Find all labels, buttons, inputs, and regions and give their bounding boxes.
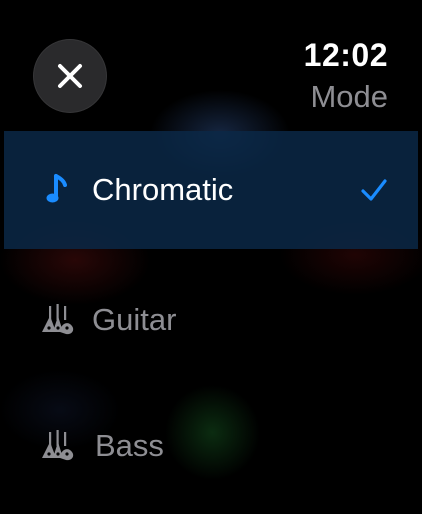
close-icon xyxy=(58,64,82,88)
guitar-icon xyxy=(38,300,78,340)
mode-option-chromatic[interactable]: Chromatic xyxy=(4,131,418,249)
mode-option-bass[interactable]: Bass xyxy=(4,387,418,505)
music-note-icon xyxy=(38,170,78,210)
status-time: 12:02 xyxy=(303,37,388,73)
page-title: Mode xyxy=(310,79,388,114)
mode-label: Chromatic xyxy=(92,172,234,207)
mode-option-guitar[interactable]: Guitar xyxy=(4,261,418,379)
mode-label: Bass xyxy=(95,428,164,463)
mode-label: Guitar xyxy=(92,302,177,337)
bass-icon xyxy=(38,426,78,466)
close-button[interactable] xyxy=(33,39,107,113)
checkmark-icon xyxy=(361,179,387,201)
